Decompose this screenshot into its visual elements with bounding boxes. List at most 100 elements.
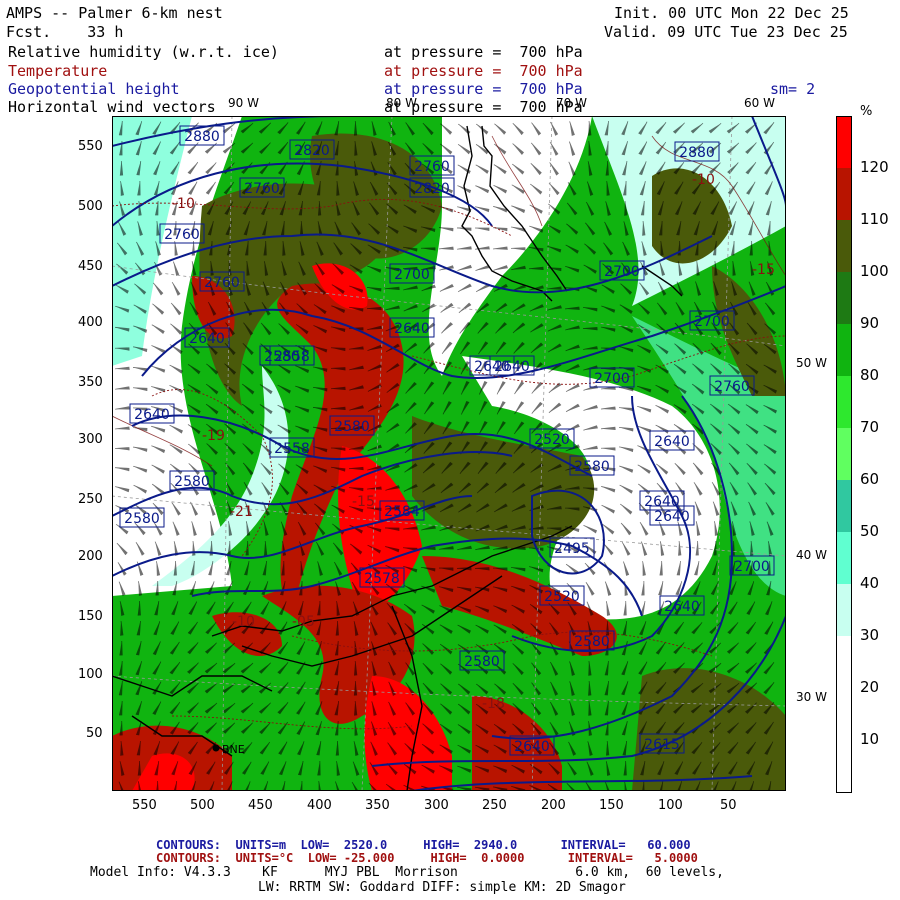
colorbar-segment	[836, 740, 852, 793]
height-label: 2640	[639, 490, 685, 511]
svg-text:2640: 2640	[514, 739, 550, 755]
svg-text:2580: 2580	[174, 474, 210, 490]
y-tick-label: 500	[78, 199, 103, 214]
svg-text:2640: 2640	[664, 599, 700, 615]
y-tick-label: 300	[78, 432, 103, 447]
svg-text:2640: 2640	[644, 494, 680, 510]
svg-text:2495: 2495	[554, 541, 590, 557]
smoothing-label: sm= 2	[770, 80, 816, 98]
colorbar-segment	[836, 324, 852, 377]
colorbar-segment	[836, 532, 852, 585]
svg-text:2578: 2578	[364, 571, 400, 587]
colorbar-segment	[836, 168, 852, 221]
height-label: 2640	[489, 355, 535, 376]
x-tick-label: 450	[248, 798, 273, 813]
height-label: 2640	[649, 430, 695, 451]
y-tick-label: 150	[78, 609, 103, 624]
svg-text:2760: 2760	[164, 227, 200, 243]
svg-text:2640: 2640	[654, 509, 690, 525]
height-label: 2820	[289, 139, 335, 160]
height-label: 2615	[639, 733, 685, 754]
lon-label: 60 W	[744, 96, 775, 110]
height-label: 2760	[239, 177, 285, 198]
colorbar-label: 80	[860, 366, 880, 384]
svg-text:2760: 2760	[244, 181, 280, 197]
svg-text:2820: 2820	[414, 181, 450, 197]
temp-label: -10	[172, 196, 195, 212]
svg-text:2700: 2700	[394, 267, 430, 283]
lon-label: 70 W	[556, 96, 587, 110]
height-label: 2760	[709, 375, 755, 396]
field-level-temp: at pressure = 700 hPa	[384, 62, 583, 80]
y-tick-label: 350	[78, 375, 103, 390]
colorbar-label: 50	[860, 522, 880, 540]
height-label: 2520	[539, 585, 585, 606]
svg-text:2520: 2520	[544, 589, 580, 605]
footer-model-info: Model Info: V4.3.3 KF MYJ PBL Morrison 6…	[90, 865, 724, 880]
temp-label: -15	[752, 262, 775, 278]
colorbar-label: 60	[860, 470, 880, 488]
svg-text:2580: 2580	[464, 654, 500, 670]
colorbar-segment	[836, 584, 852, 637]
x-tick-label: 50	[720, 798, 737, 813]
height-label: 2700	[689, 310, 735, 331]
footer-contours-temp: CONTOURS: UNITS=°C LOW= -25.000 HIGH= 0.…	[156, 851, 698, 865]
y-tick-label: 200	[78, 549, 103, 564]
colorbar-segment	[836, 116, 852, 170]
y-tick-label: 50	[86, 726, 103, 741]
colorbar-segment	[836, 272, 852, 325]
colorbar-segment	[836, 480, 852, 533]
svg-text:2615: 2615	[644, 737, 680, 753]
colorbar-label: 10	[860, 730, 880, 748]
height-label: 2580	[119, 507, 165, 528]
x-tick-label: 100	[658, 798, 683, 813]
lon-label: 90 W	[228, 96, 259, 110]
temp-label: -10	[692, 172, 715, 188]
field-name-height: Geopotential height	[8, 80, 180, 98]
x-tick-label: 150	[599, 798, 624, 813]
lon-label: 40 W	[796, 548, 827, 562]
temp-label: -19	[202, 428, 225, 444]
colorbar-label: 70	[860, 418, 880, 436]
lon-label: 50 W	[796, 356, 827, 370]
svg-text:2640: 2640	[189, 331, 225, 347]
x-tick-label: 400	[307, 798, 332, 813]
height-label: 2700	[389, 263, 435, 284]
height-label: 2580	[569, 630, 615, 651]
svg-text:2558: 2558	[274, 349, 310, 365]
rh-map: 288028202760276027602700 2700264026402640…	[112, 116, 786, 791]
colorbar-segment	[836, 428, 852, 481]
station-marker	[212, 744, 220, 752]
height-label: 2578	[359, 567, 405, 588]
height-label: 2580	[569, 455, 615, 476]
lon-label: 30 W	[796, 690, 827, 704]
svg-text:2580: 2580	[574, 459, 610, 475]
colorbar-label: 110	[860, 210, 889, 228]
lon-label: 80 W	[386, 96, 417, 110]
y-tick-label: 550	[78, 139, 103, 154]
temp-label: -21	[230, 504, 253, 520]
y-tick-label: 400	[78, 315, 103, 330]
svg-text:2760: 2760	[714, 379, 750, 395]
temp-label: -10	[232, 614, 255, 630]
field-name-wind: Horizontal wind vectors	[8, 98, 216, 116]
footer-physics-info: LW: RRTM SW: Goddard DIFF: simple KM: 2D…	[258, 880, 626, 895]
svg-text:2580: 2580	[124, 511, 160, 527]
svg-text:2700: 2700	[694, 314, 730, 330]
height-label: 2584	[379, 500, 425, 521]
svg-text:2580: 2580	[574, 634, 610, 650]
height-label: 2558	[269, 437, 315, 458]
svg-text:2640: 2640	[134, 407, 170, 423]
height-label: 2880	[179, 125, 225, 146]
field-name-temp: Temperature	[8, 62, 108, 80]
y-tick-label: 250	[78, 492, 103, 507]
svg-text:2520: 2520	[534, 432, 570, 448]
height-label: 2820	[409, 177, 455, 198]
svg-text:2640: 2640	[394, 321, 430, 337]
height-label: 2760	[159, 223, 205, 244]
svg-text:2580: 2580	[334, 419, 370, 435]
colorbar-segment	[836, 376, 852, 429]
svg-text:2700: 2700	[604, 264, 640, 280]
forecast-hour: Fcst. 33 h	[6, 23, 124, 41]
colorbar-segment	[836, 636, 852, 689]
